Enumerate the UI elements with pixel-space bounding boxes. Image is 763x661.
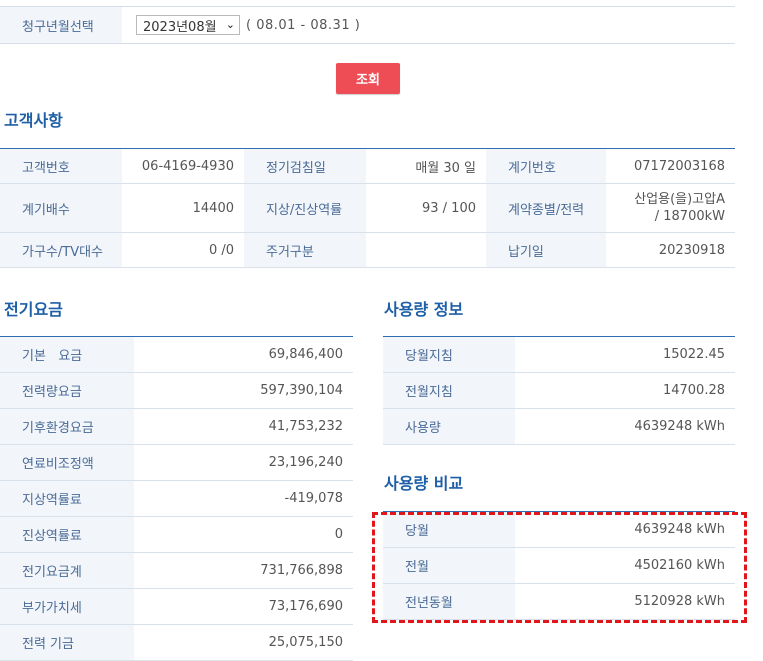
customer-field-label: 계약종별/전력 bbox=[486, 184, 606, 232]
table-row: 전기요금계 731,766,898 bbox=[0, 553, 353, 589]
fee-label: 부가가치세 bbox=[0, 589, 134, 624]
customer-field-value: 0 /0 bbox=[208, 242, 234, 258]
chevron-down-icon: ⌄ bbox=[225, 18, 235, 31]
fee-section-title: 전기요금 bbox=[4, 300, 63, 319]
customer-field-label: 가구수/TV대수 bbox=[0, 233, 122, 267]
table-row: 당월지침 15022.45 bbox=[383, 337, 735, 373]
usage-label: 전월지침 bbox=[383, 373, 515, 408]
usage-table: 당월지침 15022.45 전월지침 14700.28 사용량 4639248 kWh bbox=[383, 336, 735, 445]
table-row: 전력 기금 25,075,150 bbox=[0, 625, 353, 661]
usage-value: 14700.28 bbox=[662, 383, 725, 398]
fee-value: 41,753,232 bbox=[268, 419, 343, 434]
fee-label: 전기요금계 bbox=[0, 553, 134, 588]
fee-value: 0 bbox=[334, 527, 343, 542]
customer-field-value: 매월 30 일 bbox=[415, 160, 476, 176]
usage-label: 사용량 bbox=[383, 409, 515, 444]
customer-field-value bbox=[366, 233, 486, 267]
fee-value: 23,196,240 bbox=[268, 455, 343, 470]
fee-value: 25,075,150 bbox=[268, 635, 343, 650]
table-row: 연료비조정액 23,196,240 bbox=[0, 445, 353, 481]
customer-field-label: 고객번호 bbox=[0, 149, 122, 183]
fee-table: 기본 요금 69,846,400 전력량요금 597,390,104 기후환경요금 4… bbox=[0, 336, 353, 661]
fee-label: 전력 기금 bbox=[0, 625, 134, 660]
fee-value: -419,078 bbox=[284, 491, 343, 506]
customer-section-title: 고객사항 bbox=[4, 111, 63, 130]
contract-type-line1: 산업용(을)고압A bbox=[634, 192, 725, 207]
customer-field-value: 14400 bbox=[192, 200, 234, 216]
fee-label: 기본 요금 bbox=[0, 337, 134, 372]
fee-value: 73,176,690 bbox=[268, 599, 343, 614]
table-row: 부가가치세 73,176,690 bbox=[0, 589, 353, 625]
contract-type-value: 산업용(을)고압A / 18700kW bbox=[606, 184, 735, 232]
billing-month-select[interactable]: 2023년08월 ⌄ bbox=[136, 15, 240, 35]
table-row: 전월지침 14700.28 bbox=[383, 373, 735, 409]
contract-power-line2: / 18700kW bbox=[654, 209, 725, 224]
table-row: 지상역률료 -419,078 bbox=[0, 481, 353, 517]
billing-month-value: 2023년08월 bbox=[143, 19, 217, 35]
table-row: 진상역률료 0 bbox=[0, 517, 353, 553]
customer-field-value: 93 / 100 bbox=[422, 200, 476, 216]
search-button[interactable]: 조회 bbox=[336, 63, 400, 94]
compare-section-title: 사용량 비교 bbox=[384, 474, 464, 493]
usage-label: 당월지침 bbox=[383, 337, 515, 372]
customer-field-label: 정기검침일 bbox=[244, 149, 366, 183]
fee-label: 기후환경요금 bbox=[0, 409, 134, 444]
table-row: 계기배수 14400 지상/진상역률 93 / 100 계약종별/전력 산업용(… bbox=[0, 184, 735, 233]
customer-field-value: 06-4169-4930 bbox=[141, 158, 234, 174]
fee-label: 지상역률료 bbox=[0, 481, 134, 516]
table-row: 가구수/TV대수 0 /0 주거구분 납기일 20230918 bbox=[0, 233, 735, 268]
customer-field-label: 지상/진상역률 bbox=[244, 184, 366, 232]
fee-value: 731,766,898 bbox=[260, 563, 343, 578]
fee-value: 69,846,400 bbox=[268, 347, 343, 362]
usage-value: 4639248 kWh bbox=[634, 419, 725, 434]
customer-table: 고객번호 06-4169-4930 정기검침일 매월 30 일 계기번호 071… bbox=[0, 148, 735, 268]
fee-label: 전력량요금 bbox=[0, 373, 134, 408]
customer-field-label: 계기번호 bbox=[486, 149, 606, 183]
customer-field-value: 07172003168 bbox=[634, 158, 725, 174]
table-row: 전력량요금 597,390,104 bbox=[0, 373, 353, 409]
fee-value: 597,390,104 bbox=[260, 383, 343, 398]
fee-label: 진상역률료 bbox=[0, 517, 134, 552]
customer-field-value: 20230918 bbox=[658, 242, 725, 258]
usage-value: 15022.45 bbox=[662, 347, 725, 362]
table-row: 사용량 4639248 kWh bbox=[383, 409, 735, 445]
highlight-dashed-box bbox=[372, 512, 747, 623]
billing-period-row: 청구년월선택 2023년08월 ⌄ ( 08.01 - 08.31 ) bbox=[0, 6, 735, 44]
customer-field-label: 주거구분 bbox=[244, 233, 366, 267]
billing-period-range: ( 08.01 - 08.31 ) bbox=[246, 17, 361, 33]
table-row: 기본 요금 69,846,400 bbox=[0, 337, 353, 373]
customer-field-label: 계기배수 bbox=[0, 184, 122, 232]
table-row: 기후환경요금 41,753,232 bbox=[0, 409, 353, 445]
billing-period-label: 청구년월선택 bbox=[0, 7, 122, 43]
fee-label: 연료비조정액 bbox=[0, 445, 134, 480]
table-row: 고객번호 06-4169-4930 정기검침일 매월 30 일 계기번호 071… bbox=[0, 149, 735, 184]
customer-field-label: 납기일 bbox=[486, 233, 606, 267]
usage-section-title: 사용량 정보 bbox=[384, 300, 464, 319]
